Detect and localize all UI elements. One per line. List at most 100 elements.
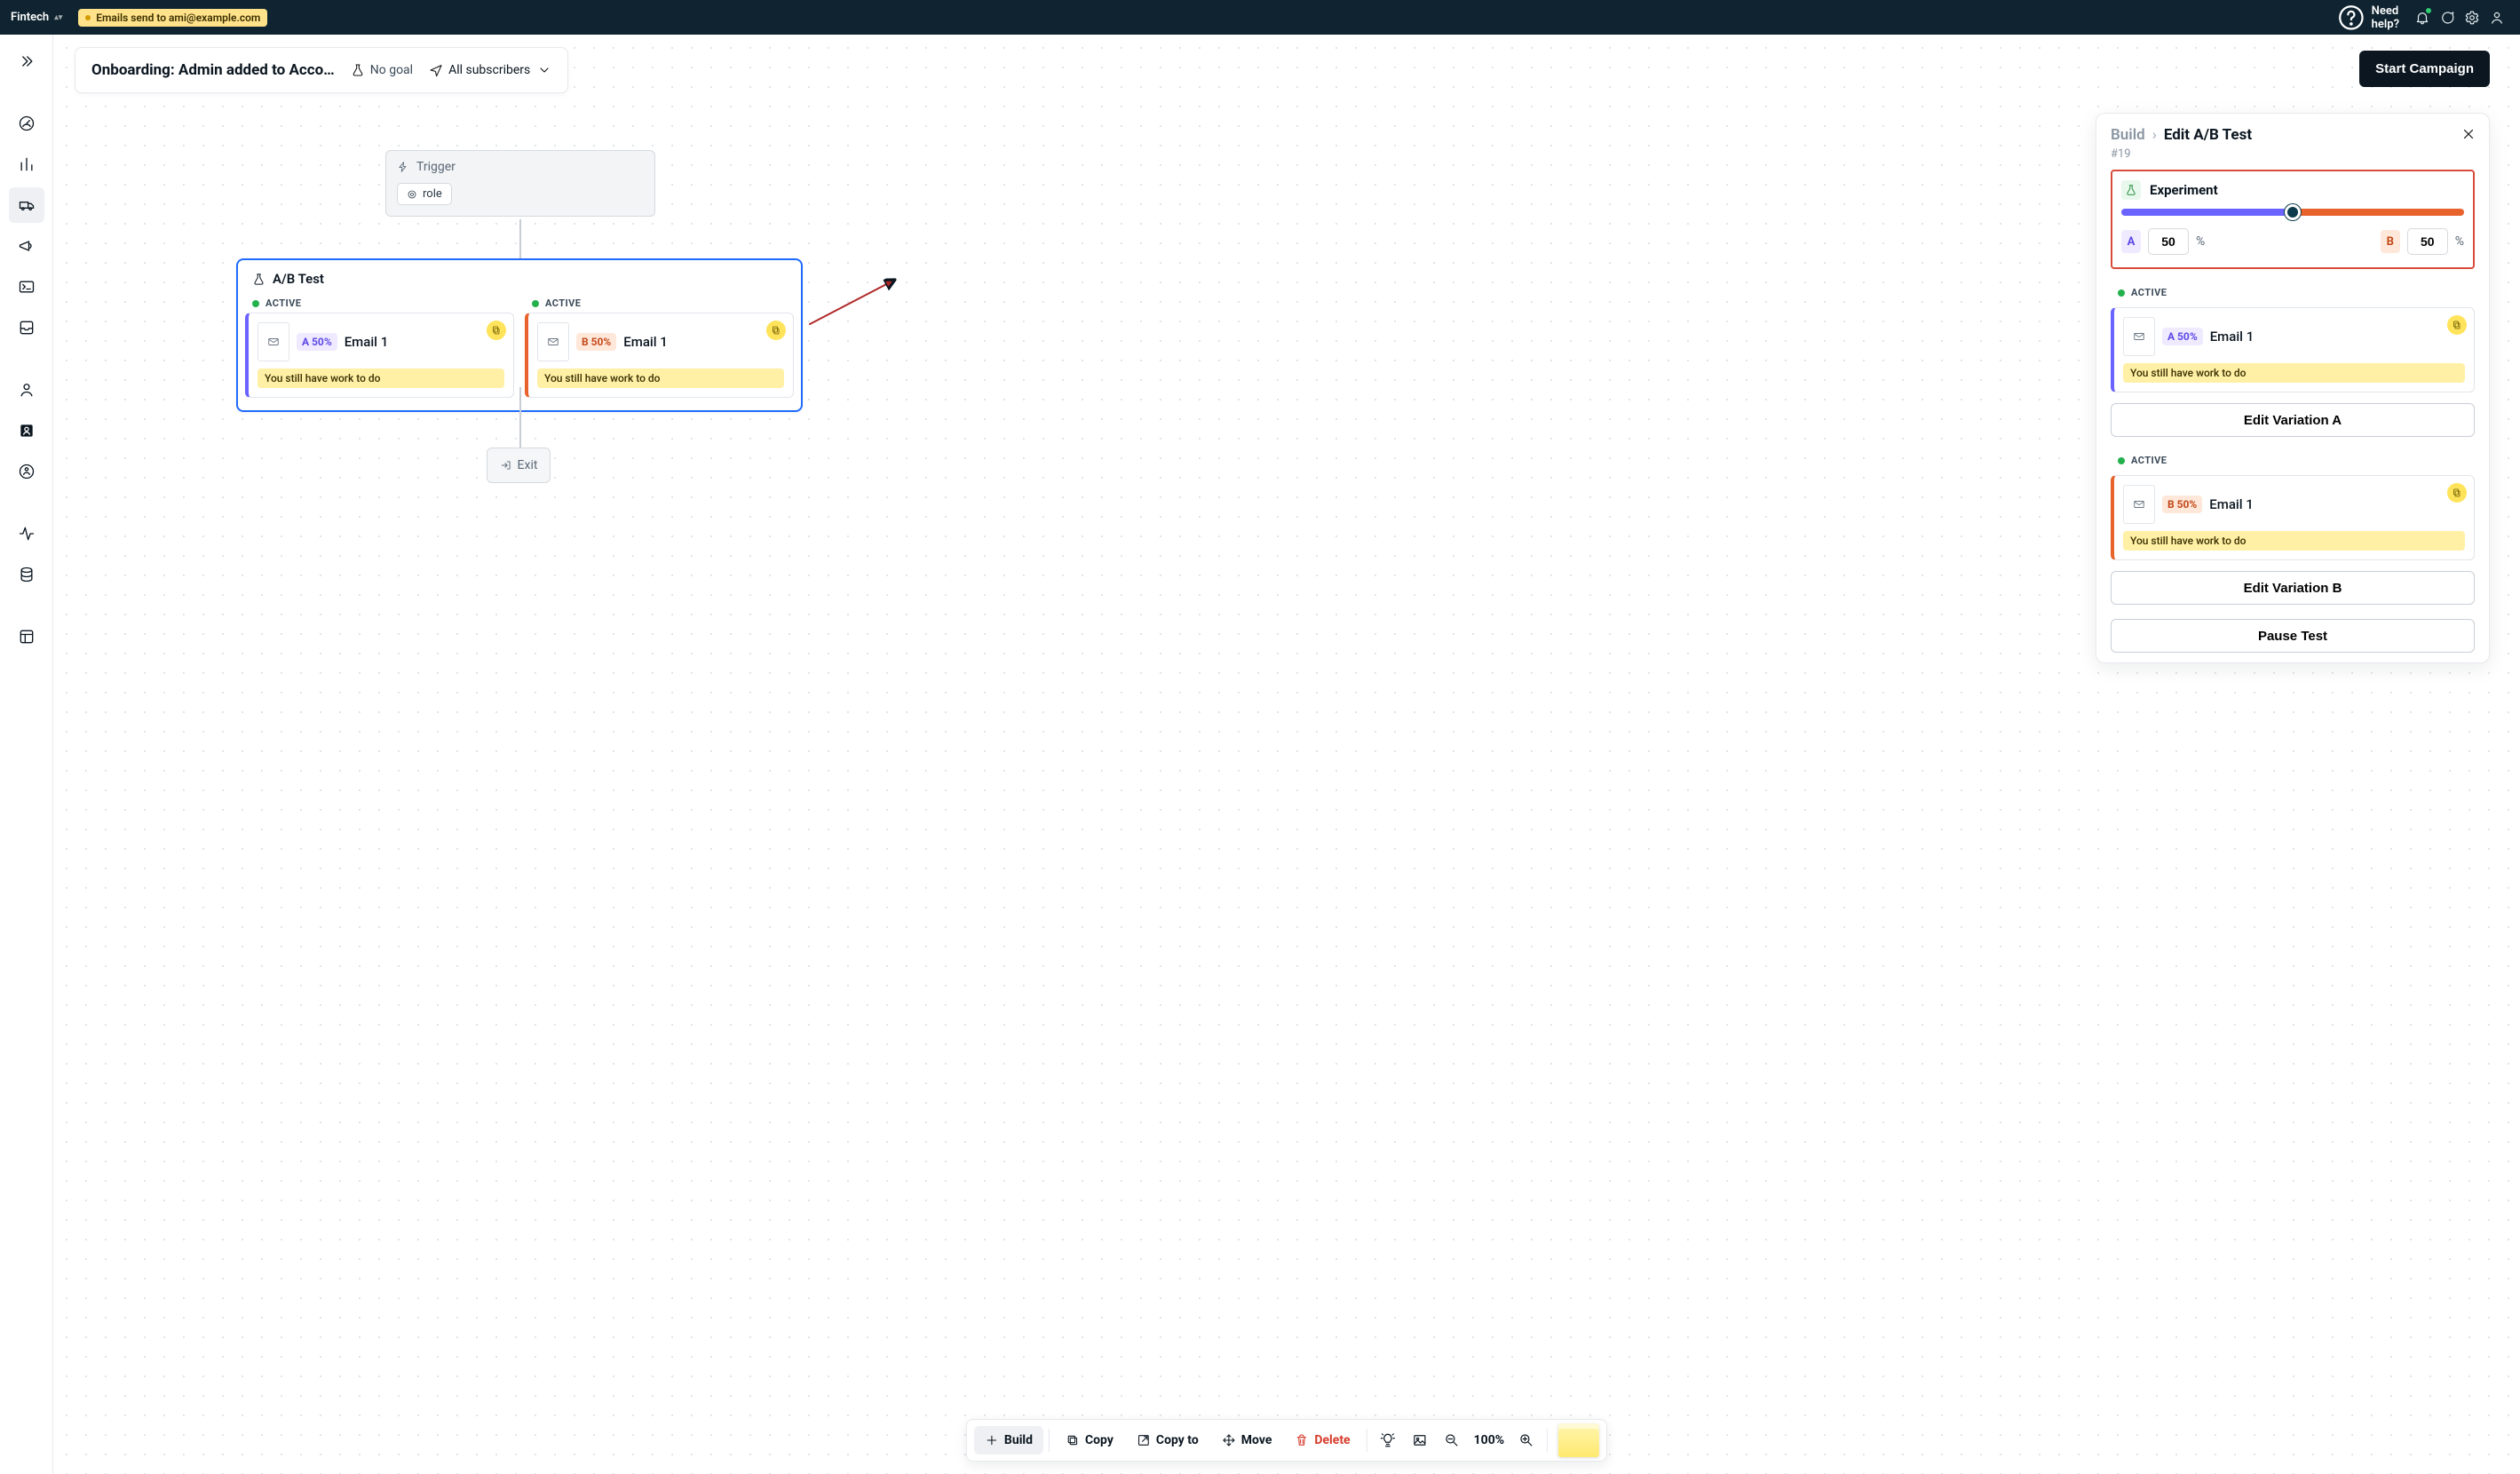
variation-a-badge: A 50% (297, 333, 337, 351)
envelope-icon (2133, 330, 2145, 343)
slider-label-a: A (2121, 230, 2141, 253)
nav-journeys[interactable] (9, 187, 44, 223)
nav-data[interactable] (9, 557, 44, 592)
image-button[interactable] (1405, 1425, 1435, 1455)
chevron-right-double-icon (18, 52, 36, 70)
notifications-button[interactable] (2410, 5, 2435, 30)
percent-a-input[interactable] (2148, 228, 2189, 255)
envelope-icon (2133, 498, 2145, 511)
chevron-down-icon (537, 63, 551, 77)
gauge-icon (18, 115, 36, 132)
audience-selector[interactable]: All subscribers (429, 63, 551, 77)
percent-b-input[interactable] (2407, 228, 2448, 255)
flask-icon (252, 273, 265, 286)
nav-people[interactable] (9, 372, 44, 408)
experiment-section: Experiment A % B % (2111, 170, 2475, 269)
nav-segments[interactable] (9, 454, 44, 489)
campaign-title[interactable]: Onboarding: Admin added to Acco… (91, 61, 335, 79)
delete-button[interactable]: Delete (1284, 1426, 1360, 1454)
left-nav (0, 35, 53, 1474)
settings-button[interactable] (2460, 5, 2484, 30)
nav-dashboard[interactable] (9, 106, 44, 141)
zoom-in-button[interactable] (1511, 1425, 1541, 1455)
zoom-out-icon (1444, 1432, 1460, 1448)
exit-node[interactable]: Exit (487, 448, 551, 483)
panel-a-badge: A 50% (2162, 328, 2203, 345)
start-campaign-button[interactable]: Start Campaign (2359, 51, 2490, 87)
canvas[interactable]: Onboarding: Admin added to Acco… No goal… (53, 35, 2520, 1474)
panel-a-status: ACTIVE (2111, 283, 2475, 302)
pause-test-button[interactable]: Pause Test (2111, 619, 2475, 653)
trigger-node[interactable]: Trigger role (385, 150, 655, 217)
duplicate-icon (2447, 483, 2467, 503)
target-icon (407, 189, 417, 200)
nav-activity[interactable] (9, 516, 44, 551)
megaphone-icon (18, 237, 36, 255)
idea-button[interactable] (1373, 1425, 1403, 1455)
chat-button[interactable] (2435, 5, 2460, 30)
inbox-icon (18, 319, 36, 337)
nav-transactional[interactable] (9, 269, 44, 305)
sticky-note-button[interactable] (1558, 1423, 1599, 1457)
connector (519, 387, 521, 448)
copy-to-button[interactable]: Copy to (1126, 1426, 1209, 1454)
variation-b-card[interactable]: B 50% Email 1 You still have work to do (525, 313, 794, 398)
trigger-label: Trigger (416, 160, 456, 174)
move-button[interactable]: Move (1211, 1426, 1283, 1454)
email-thumbnail (258, 322, 289, 361)
contact-card-icon (18, 422, 36, 440)
percent-sign: % (2196, 234, 2205, 249)
experiment-title: Experiment (2150, 182, 2218, 198)
email-destination-pill[interactable]: Emails send to ami@example.com (78, 9, 267, 27)
activity-icon (18, 525, 36, 543)
trigger-attribute-chip[interactable]: role (397, 183, 452, 205)
panel-variation-b-card[interactable]: B 50% Email 1 You still have work to do (2111, 475, 2475, 560)
bottom-toolbar: Build Copy Copy to Move Delete (966, 1419, 1607, 1462)
nav-inbox[interactable] (9, 310, 44, 345)
build-mode-button[interactable]: Build (974, 1426, 1043, 1454)
notification-dot (2425, 7, 2432, 14)
account-button[interactable] (2484, 5, 2509, 30)
envelope-icon (547, 336, 559, 348)
flask-icon (351, 63, 365, 77)
workspace-switcher[interactable]: Fintech ▴▾ (11, 11, 69, 24)
exit-icon (500, 459, 512, 472)
nav-content[interactable] (9, 619, 44, 654)
edit-ab-panel: Build › Edit A/B Test #19 Experiment A (2096, 113, 2490, 663)
copy-icon (1066, 1433, 1080, 1447)
updown-icon: ▴▾ (54, 15, 62, 20)
close-panel-button[interactable] (2461, 126, 2476, 146)
nav-broadcasts[interactable] (9, 228, 44, 264)
panel-a-name: Email 1 (2210, 329, 2255, 345)
slider-handle[interactable] (2285, 204, 2301, 220)
breadcrumb-build[interactable]: Build (2111, 126, 2145, 144)
expand-nav-button[interactable] (9, 44, 44, 79)
workspace-name: Fintech (11, 11, 49, 24)
variation-a-card[interactable]: A 50% Email 1 You still have work to do (245, 313, 514, 398)
panel-b-status: ACTIVE (2111, 451, 2475, 470)
bar-chart-icon (18, 155, 36, 173)
breadcrumb-current: Edit A/B Test (2164, 126, 2252, 144)
zoom-out-button[interactable] (1437, 1425, 1467, 1455)
status-dot-icon (85, 15, 91, 20)
split-slider[interactable] (2121, 209, 2464, 216)
need-help-button[interactable]: Need help? (2336, 3, 2399, 33)
edit-variation-a-button[interactable]: Edit Variation A (2111, 403, 2475, 437)
zoom-level: 100% (1469, 1433, 1510, 1447)
nav-contacts[interactable] (9, 413, 44, 448)
goal-selector[interactable]: No goal (351, 63, 413, 77)
edit-variation-b-button[interactable]: Edit Variation B (2111, 571, 2475, 605)
gear-icon (2464, 10, 2480, 26)
panel-b-badge: B 50% (2162, 495, 2202, 513)
variation-b-badge: B 50% (576, 333, 616, 351)
connector (519, 219, 521, 258)
chevron-right-icon: › (2152, 126, 2157, 144)
panel-variation-a-card[interactable]: A 50% Email 1 You still have work to do (2111, 307, 2475, 392)
need-help-label: Need help? (2372, 4, 2399, 31)
panel-a-note: You still have work to do (2123, 363, 2465, 383)
copy-button[interactable]: Copy (1055, 1426, 1124, 1454)
campaign-header: Onboarding: Admin added to Acco… No goal… (75, 47, 568, 93)
ab-test-title: A/B Test (273, 271, 324, 287)
email-thumbnail (537, 322, 569, 361)
nav-analytics[interactable] (9, 147, 44, 182)
